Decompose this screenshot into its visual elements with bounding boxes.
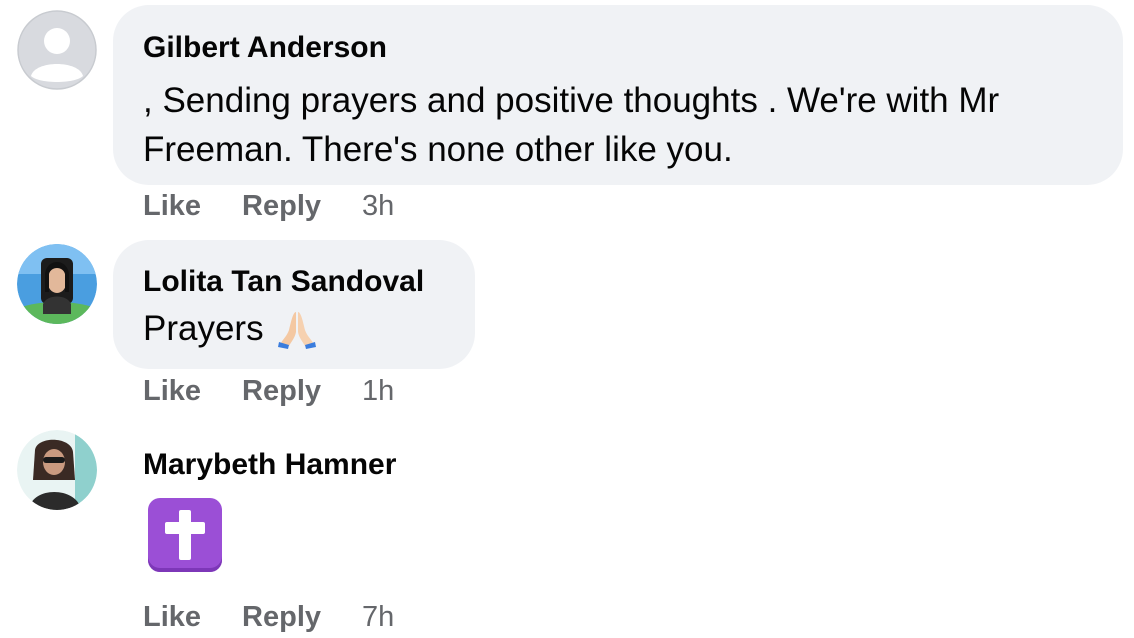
comment-text-row: Prayers (143, 304, 445, 353)
default-avatar[interactable] (17, 10, 97, 90)
comment-timestamp[interactable]: 7h (362, 601, 394, 634)
comment-author[interactable]: Marybeth Hamner (143, 447, 396, 483)
comment-timestamp[interactable]: 1h (362, 375, 394, 408)
comment-author[interactable]: Lolita Tan Sandoval (143, 264, 445, 300)
comment-text: , Sending prayers and positive thoughts … (143, 81, 1000, 169)
comment-bubble: Gilbert Anderson , Sending prayers and p… (113, 5, 1123, 185)
comment-actions: Like Reply 7h (143, 601, 394, 634)
comment-timestamp[interactable]: 3h (362, 190, 394, 223)
like-button[interactable]: Like (143, 601, 201, 634)
comment-text: Prayers (143, 309, 264, 348)
like-button[interactable]: Like (143, 190, 201, 223)
comment-bubble: Lolita Tan Sandoval Prayers (113, 240, 475, 369)
like-button[interactable]: Like (143, 375, 201, 408)
avatar[interactable] (17, 430, 97, 510)
comment-actions: Like Reply 1h (143, 375, 394, 408)
reply-button[interactable]: Reply (242, 601, 321, 634)
comment-author[interactable]: Gilbert Anderson (143, 30, 1093, 66)
comment-actions: Like Reply 3h (143, 190, 394, 223)
reply-button[interactable]: Reply (242, 375, 321, 408)
reply-button[interactable]: Reply (242, 190, 321, 223)
folded-hands-icon (276, 308, 318, 350)
latin-cross-icon (148, 498, 222, 572)
avatar[interactable] (17, 244, 97, 324)
